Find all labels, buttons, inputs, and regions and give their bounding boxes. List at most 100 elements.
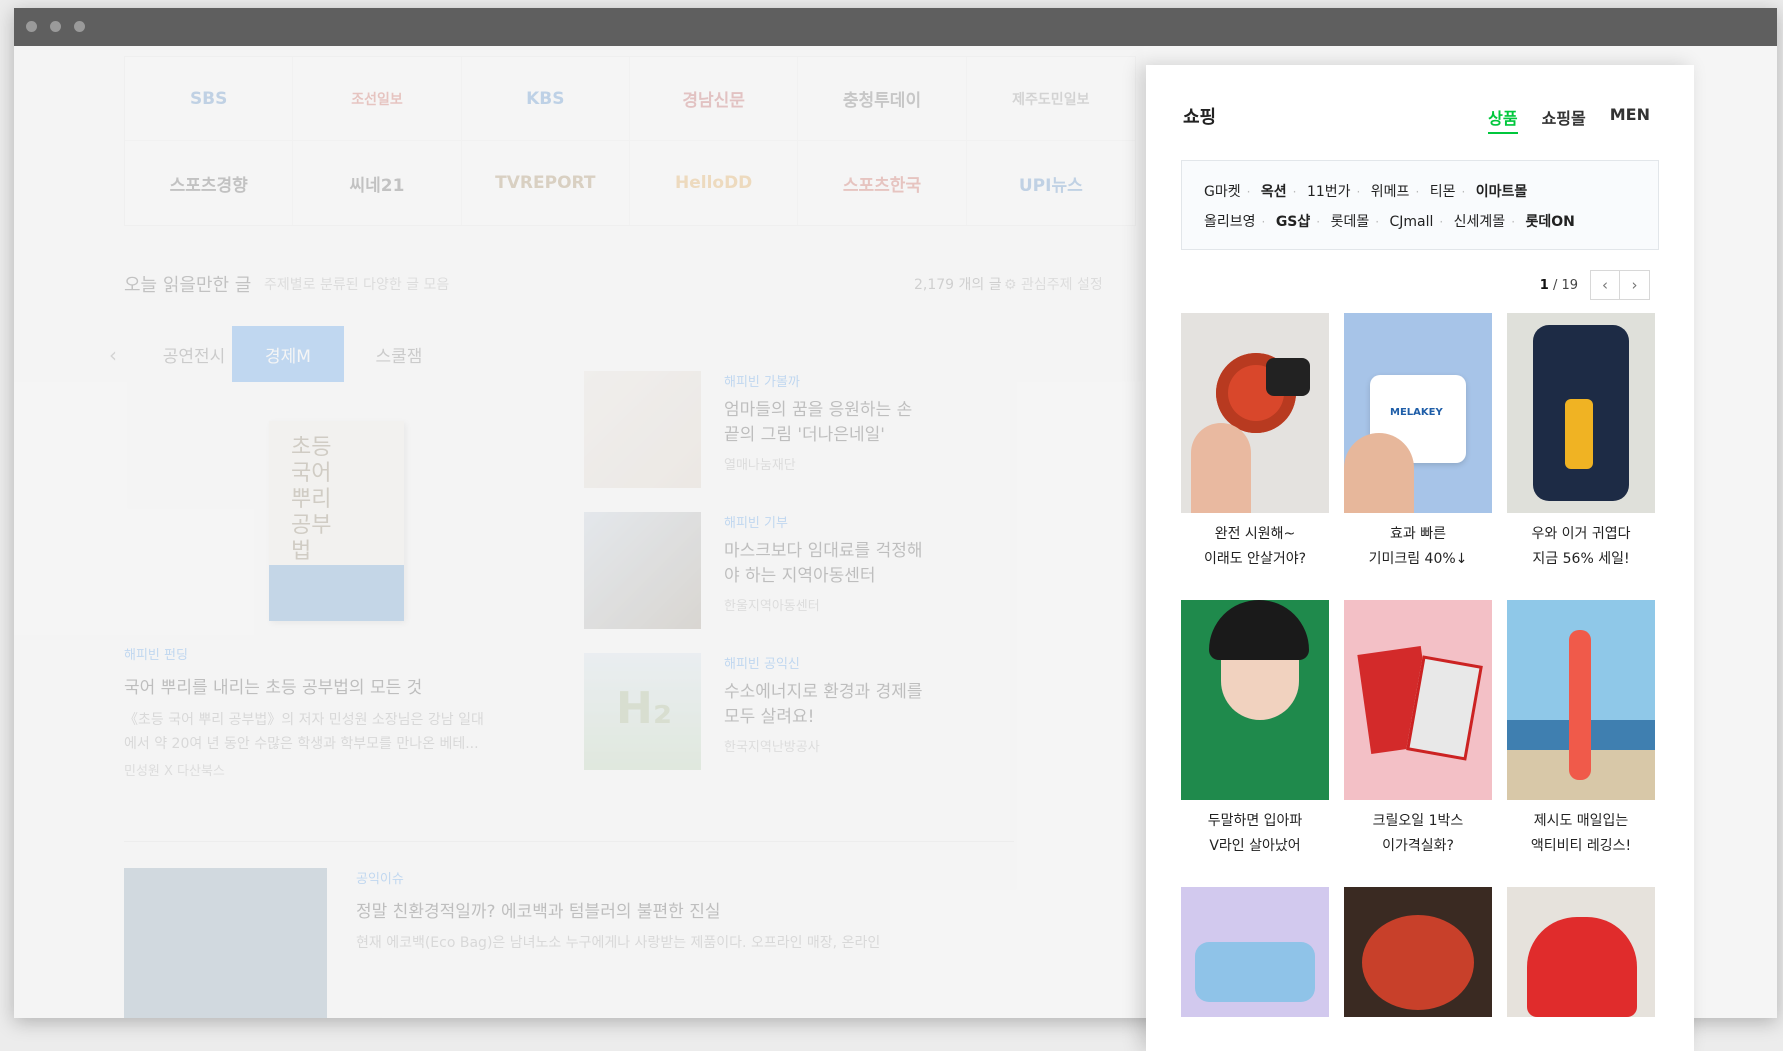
press-logo-cine21[interactable]: 씨네21 bbox=[293, 141, 462, 225]
press-logo-hellodd[interactable]: HelloDD bbox=[630, 141, 799, 225]
product-caption-line2: 지금 56% 세일! bbox=[1532, 551, 1630, 567]
feature-source: 민성원 X 다산북스 bbox=[124, 764, 225, 779]
press-logo-jeju[interactable]: 제주도민일보 bbox=[966, 57, 1135, 141]
feature-description-line1: 《초등 국어 뿌리 공부법》의 저자 민성원 소장님은 강남 일대 bbox=[124, 712, 484, 728]
product-caption[interactable]: 완전 시원해~ 이래도 안살거야? bbox=[1181, 522, 1329, 572]
press-logo-sports-hankook[interactable]: 스포츠한국 bbox=[798, 141, 967, 225]
press-logo-sports-khan[interactable]: 스포츠경향 bbox=[125, 141, 294, 225]
prev-page-button[interactable]: ‹ bbox=[1590, 270, 1620, 300]
next-page-button[interactable]: › bbox=[1620, 270, 1650, 300]
feature-description: 《초등 국어 뿌리 공부법》의 저자 민성원 소장님은 강남 일대 에서 약 2… bbox=[124, 708, 554, 756]
product-card[interactable]: 제시도 매일입는 액티비티 레깅스! bbox=[1507, 600, 1655, 859]
mall-link-shinsegae[interactable]: 신세계몰 bbox=[1454, 214, 1506, 230]
book-cover-title: 초등 국어 뿌리 공부법 bbox=[291, 435, 332, 564]
press-logo-sbs[interactable]: SBS bbox=[125, 57, 294, 141]
cream-label: MELAKEY bbox=[1390, 407, 1443, 418]
mall-link-wemakeprice[interactable]: 위메프 bbox=[1371, 184, 1410, 200]
product-caption[interactable]: 제시도 매일입는 액티비티 레깅스! bbox=[1507, 809, 1655, 859]
product-image-cushion[interactable] bbox=[1507, 887, 1655, 1017]
person-shape bbox=[1569, 630, 1591, 780]
article-item[interactable]: 해피빈 가볼까 엄마들의 꿈을 응원하는 손끝의 그림 '더나은네일' 열매나눔… bbox=[584, 371, 1014, 491]
mall-link-11st[interactable]: 11번가 bbox=[1307, 184, 1351, 200]
article-thumbnail[interactable] bbox=[584, 512, 701, 629]
cushion-shape bbox=[1527, 917, 1637, 1017]
product-card[interactable]: 완전 시원해~ 이래도 안살거야? bbox=[1181, 313, 1329, 572]
product-card[interactable] bbox=[1181, 887, 1329, 1017]
press-logo-tvreport[interactable]: TVREPORT bbox=[462, 141, 630, 225]
product-card[interactable]: 두말하면 입아파 V라인 살아났어 bbox=[1181, 600, 1329, 859]
press-logo-gyeongnam[interactable]: 경남신문 bbox=[629, 57, 799, 141]
feature-category: 해피빈 펀딩 bbox=[124, 648, 188, 663]
tab-products[interactable]: 상품 bbox=[1488, 105, 1518, 134]
bottom-article-title[interactable]: 정말 친환경적일까? 에코백과 텀블러의 불편한 진실 bbox=[356, 897, 1016, 922]
mall-link-oliveyoung[interactable]: 올리브영 bbox=[1204, 214, 1256, 230]
product-caption-line1: 우와 이거 귀엽다 bbox=[1531, 526, 1631, 542]
window-minimize-dot[interactable] bbox=[50, 21, 61, 32]
product-image-fan[interactable] bbox=[1181, 313, 1329, 513]
product-caption-line1: 두말하면 입아파 bbox=[1207, 813, 1303, 829]
fan-body bbox=[1266, 358, 1310, 396]
window-maximize-dot[interactable] bbox=[74, 21, 85, 32]
product-caption[interactable]: 우와 이거 귀엽다지금 56% 세일! bbox=[1507, 522, 1655, 572]
mall-link-lotteon[interactable]: 롯데ON bbox=[1525, 214, 1574, 230]
article-title[interactable]: 수소에너지로 환경과 경제를 모두 살려요! bbox=[724, 680, 924, 730]
product-caption[interactable]: 효과 빠른 기미크림 40%↓ bbox=[1344, 522, 1492, 572]
product-caption[interactable]: 두말하면 입아파 V라인 살아났어 bbox=[1181, 809, 1329, 859]
mall-link-tmon[interactable]: 티몬 bbox=[1430, 184, 1456, 200]
press-logo-chungcheong[interactable]: 충청투데이 bbox=[798, 57, 967, 141]
mall-link-auction[interactable]: 옥션 bbox=[1261, 184, 1287, 200]
bottom-article-thumbnail[interactable] bbox=[124, 868, 327, 1018]
window-close-dot[interactable] bbox=[26, 21, 37, 32]
product-pager: 1 / 19 ‹ › bbox=[1540, 270, 1650, 300]
tab-men[interactable]: MEN bbox=[1610, 105, 1650, 134]
press-logo-chosun[interactable]: 조선일보 bbox=[293, 57, 462, 141]
mall-link-lottemall[interactable]: 롯데몰 bbox=[1331, 214, 1370, 230]
article-item[interactable]: 해피빈 기부 마스크보다 임대료를 걱정해야 하는 지역아동센터 한울지역아동센… bbox=[584, 512, 1014, 632]
mall-link-emart[interactable]: 이마트몰 bbox=[1476, 184, 1528, 200]
product-image-phonecase[interactable] bbox=[1507, 313, 1655, 513]
product-image-krilloil[interactable] bbox=[1344, 600, 1492, 800]
product-image-model[interactable] bbox=[1181, 600, 1329, 800]
chevron-left-icon[interactable]: ‹ bbox=[109, 343, 117, 367]
article-category: 해피빈 기부 bbox=[724, 516, 788, 531]
product-image-leggings[interactable] bbox=[1507, 600, 1655, 800]
article-thumbnail[interactable] bbox=[584, 371, 701, 488]
book-cover-image[interactable]: 초등 국어 뿌리 공부법 bbox=[269, 421, 404, 621]
tab-economy[interactable]: 경제M bbox=[232, 326, 344, 382]
product-caption-line1: 크릴오일 1박스 bbox=[1372, 813, 1464, 829]
mall-link-cjmall[interactable]: CJmall bbox=[1389, 214, 1433, 230]
product-card[interactable] bbox=[1344, 887, 1492, 1017]
product-caption[interactable]: 크릴오일 1박스 이가격실화? bbox=[1344, 809, 1492, 859]
tab-shopping-malls[interactable]: 쇼핑몰 bbox=[1542, 105, 1586, 134]
mall-link-gsshop[interactable]: GS샵 bbox=[1276, 214, 1310, 230]
article-thumbnail[interactable]: H₂ bbox=[584, 653, 701, 770]
category-tabs: ‹ 공연전시 경제M 스쿨잼 bbox=[109, 326, 509, 382]
feature-title[interactable]: 국어 뿌리를 내리는 초등 공부법의 모든 것 bbox=[124, 673, 554, 698]
feature-article[interactable]: 해피빈 펀딩 국어 뿌리를 내리는 초등 공부법의 모든 것 《초등 국어 뿌리… bbox=[124, 644, 554, 779]
page-indicator: 1 / 19 bbox=[1540, 278, 1578, 293]
product-card[interactable]: 우와 이거 귀엽다지금 56% 세일! bbox=[1507, 313, 1655, 572]
press-logo-upi[interactable]: UPI뉴스 bbox=[967, 141, 1135, 225]
product-card[interactable] bbox=[1507, 887, 1655, 1017]
mall-link-gmarket[interactable]: G마켓 bbox=[1204, 184, 1241, 200]
section-subtitle: 주제별로 분류된 다양한 글 모음 bbox=[264, 277, 450, 293]
product-image-mask[interactable] bbox=[1181, 887, 1329, 1017]
article-title[interactable]: 엄마들의 꿈을 응원하는 손끝의 그림 '더나은네일' bbox=[724, 398, 924, 448]
press-logo-kbs[interactable]: KBS bbox=[461, 57, 630, 141]
article-category: 해피빈 가볼까 bbox=[724, 375, 800, 390]
feature-description-line2: 에서 약 20여 년 동안 수많은 학생과 학부모를 만나온 베테... bbox=[124, 736, 479, 752]
phone-case bbox=[1533, 325, 1629, 501]
article-item[interactable]: H₂ 해피빈 공익신 수소에너지로 환경과 경제를 모두 살려요! 한국지역난방… bbox=[584, 653, 1014, 773]
interest-setting-link[interactable]: ⚙ 관심주제 설정 bbox=[1004, 274, 1103, 294]
tab-school[interactable]: 스쿨잼 bbox=[344, 326, 454, 382]
window-titlebar bbox=[14, 8, 1777, 46]
product-image-food[interactable] bbox=[1344, 887, 1492, 1017]
article-title[interactable]: 마스크보다 임대료를 걱정해야 하는 지역아동센터 bbox=[724, 539, 924, 589]
product-caption-line1: 제시도 매일입는 bbox=[1533, 813, 1629, 829]
giraffe-figure bbox=[1565, 399, 1593, 469]
bottom-article[interactable]: 공익이슈 정말 친환경적일까? 에코백과 텀블러의 불편한 진실 현재 에코백(… bbox=[356, 868, 1016, 952]
product-caption-line2: V라인 살아났어 bbox=[1209, 838, 1301, 854]
product-card[interactable]: 크릴오일 1박스 이가격실화? bbox=[1344, 600, 1492, 859]
product-card[interactable]: MELAKEY 효과 빠른 기미크림 40%↓ bbox=[1344, 313, 1492, 572]
product-image-cream[interactable]: MELAKEY bbox=[1344, 313, 1492, 513]
